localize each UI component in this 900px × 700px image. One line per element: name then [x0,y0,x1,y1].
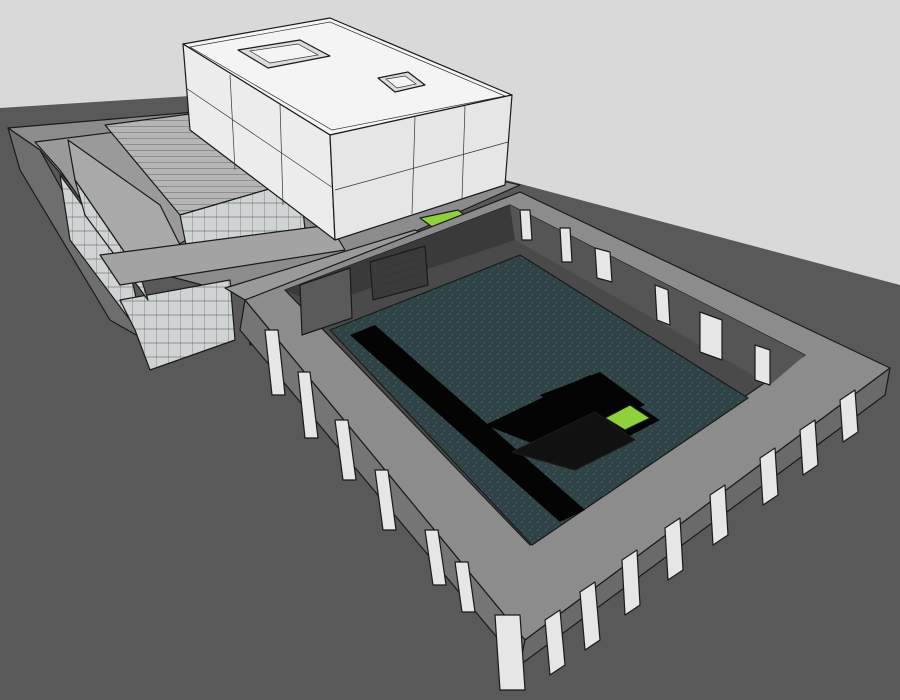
architectural-model-scene [0,17,900,700]
model-viewport[interactable] [0,0,900,700]
